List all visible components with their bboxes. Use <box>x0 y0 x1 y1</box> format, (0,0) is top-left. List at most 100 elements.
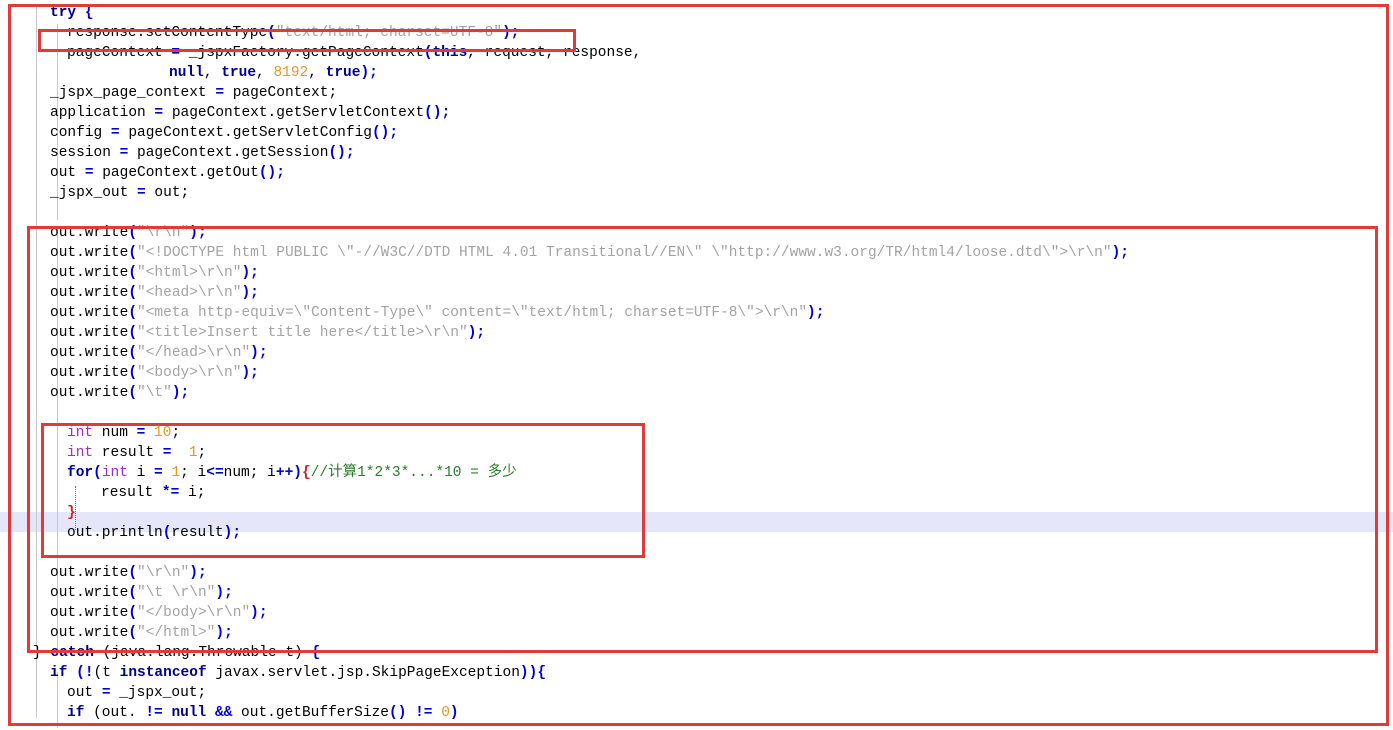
code-token: for <box>67 465 94 481</box>
code-line[interactable]: _jspx_page_context = pageContext; <box>0 83 1129 103</box>
code-line[interactable]: out = _jspx_out; <box>0 683 1129 703</box>
code-token: out.write <box>50 305 129 321</box>
code-token: { <box>301 465 311 481</box>
code-token: ( <box>128 325 138 341</box>
code-token: ; <box>815 305 825 321</box>
code-line[interactable]: int result = 1; <box>0 443 1129 463</box>
code-token: i; <box>179 485 206 501</box>
code-line[interactable]: int num = 10; <box>0 423 1129 443</box>
code-token: ; <box>197 225 207 241</box>
code-line[interactable]: out.write("<html>\r\n"); <box>0 263 1129 283</box>
code-token: ) <box>215 585 225 601</box>
code-token: ; <box>276 165 285 181</box>
code-token: ) <box>215 625 225 641</box>
code-token: num; i <box>223 465 276 481</box>
code-token: ( <box>128 565 138 581</box>
code-token: ; i <box>180 465 207 481</box>
code-token: ( <box>267 25 276 41</box>
code-token: null <box>171 705 207 721</box>
code-token: "\r\n" <box>137 225 190 241</box>
code-line[interactable]: out = pageContext.getOut(); <box>0 163 1129 183</box>
code-token: out <box>50 165 85 181</box>
code-token: 10 <box>154 425 172 441</box>
code-line[interactable]: response.setContentType("text/html; char… <box>0 23 1129 43</box>
code-token: out.write <box>50 225 129 241</box>
code-line[interactable] <box>0 403 1129 423</box>
code-line[interactable]: null, true, 8192, true); <box>0 63 1129 83</box>
code-token: out.write <box>50 625 129 641</box>
code-editor-view[interactable]: try {response.setContentType("text/html;… <box>0 0 1393 730</box>
code-token: ) <box>1111 245 1121 261</box>
code-token: ++ <box>275 465 294 481</box>
code-token: "</html>" <box>137 625 216 641</box>
code-line[interactable]: out.write("</head>\r\n"); <box>0 343 1129 363</box>
code-line[interactable]: } <box>0 503 1129 523</box>
code-line[interactable]: out.write("</html>"); <box>0 623 1129 643</box>
code-token: application <box>50 105 155 121</box>
code-token: out.write <box>50 265 129 281</box>
code-token: = <box>154 465 163 481</box>
code-line[interactable]: session = pageContext.getSession(); <box>0 143 1129 163</box>
code-token: _jspx_page_context <box>50 85 216 101</box>
code-text-layer[interactable]: try {response.setContentType("text/html;… <box>0 3 1129 723</box>
code-line[interactable]: if (!(t instanceof javax.servlet.jsp.Ski… <box>0 663 1129 683</box>
code-token: ( <box>128 365 138 381</box>
code-token: _jspx_out <box>50 185 138 201</box>
code-token: ( <box>128 585 138 601</box>
code-token: num <box>93 425 137 441</box>
code-token: = <box>154 105 164 121</box>
code-line[interactable]: pageContext = _jspxFactory.getPageContex… <box>0 43 1129 63</box>
code-token: null <box>169 65 204 81</box>
code-token: pageContext.getOut <box>93 165 259 181</box>
code-token: ; <box>224 585 233 601</box>
code-line[interactable]: try { <box>0 3 1129 23</box>
code-token: 0 <box>441 705 450 721</box>
code-token: )) <box>519 665 538 681</box>
code-token: out.write <box>50 345 129 361</box>
code-line[interactable]: out.write("\r\n"); <box>0 563 1129 583</box>
code-line[interactable]: _jspx_out = out; <box>0 183 1129 203</box>
code-token: , request, response, <box>467 45 642 61</box>
code-line[interactable]: config = pageContext.getServletConfig(); <box>0 123 1129 143</box>
code-line[interactable]: application = pageContext.getServletCont… <box>0 103 1129 123</box>
code-line[interactable]: out.write("<!DOCTYPE html PUBLIC \"-//W3… <box>0 243 1129 263</box>
code-token: != <box>145 705 163 721</box>
code-line[interactable]: result *= i; <box>0 483 1129 503</box>
code-token: ) <box>250 605 259 621</box>
code-line[interactable]: out.write("</body>\r\n"); <box>0 603 1129 623</box>
code-line[interactable] <box>0 543 1129 563</box>
code-token: ) <box>241 265 251 281</box>
code-line[interactable]: out.write("<body>\r\n"); <box>0 363 1129 383</box>
code-token: ( <box>128 385 138 401</box>
code-token: ( <box>93 465 102 481</box>
code-token: () <box>371 125 390 141</box>
code-line[interactable]: } catch (java.lang.Throwable t) { <box>0 643 1129 663</box>
code-token: pageContext <box>67 45 172 61</box>
code-token: javax.servlet.jsp.SkipPageException <box>206 665 520 681</box>
code-token: "<title>Insert title here</title>\r\n" <box>137 325 468 341</box>
code-token: out.write <box>50 245 129 261</box>
code-line[interactable]: out.write("\t"); <box>0 383 1129 403</box>
code-line[interactable]: out.println(result); <box>0 523 1129 543</box>
code-line[interactable]: out.write("\r\n"); <box>0 223 1129 243</box>
code-token: ; <box>510 25 520 41</box>
code-line[interactable]: for(int i = 1; i<=num; i++){//计算1*2*3*..… <box>0 463 1129 483</box>
code-line[interactable]: out.write("\t \r\n"); <box>0 583 1129 603</box>
code-token: out.write <box>50 385 129 401</box>
code-token: ; <box>171 425 181 441</box>
code-token: ( <box>128 265 138 281</box>
code-token: ; <box>1120 245 1129 261</box>
code-token: ; <box>258 605 268 621</box>
code-line[interactable]: if (out. != null && out.getBufferSize() … <box>0 703 1129 723</box>
code-line[interactable] <box>0 203 1129 223</box>
code-line[interactable]: out.write("<title>Insert title here</tit… <box>0 323 1129 343</box>
code-token: int <box>67 445 94 461</box>
code-token: "\r\n" <box>137 565 190 581</box>
code-line[interactable]: out.write("<head>\r\n"); <box>0 283 1129 303</box>
code-line[interactable]: out.write("<meta http-equiv=\"Content-Ty… <box>0 303 1129 323</box>
code-token: ; <box>180 385 190 401</box>
